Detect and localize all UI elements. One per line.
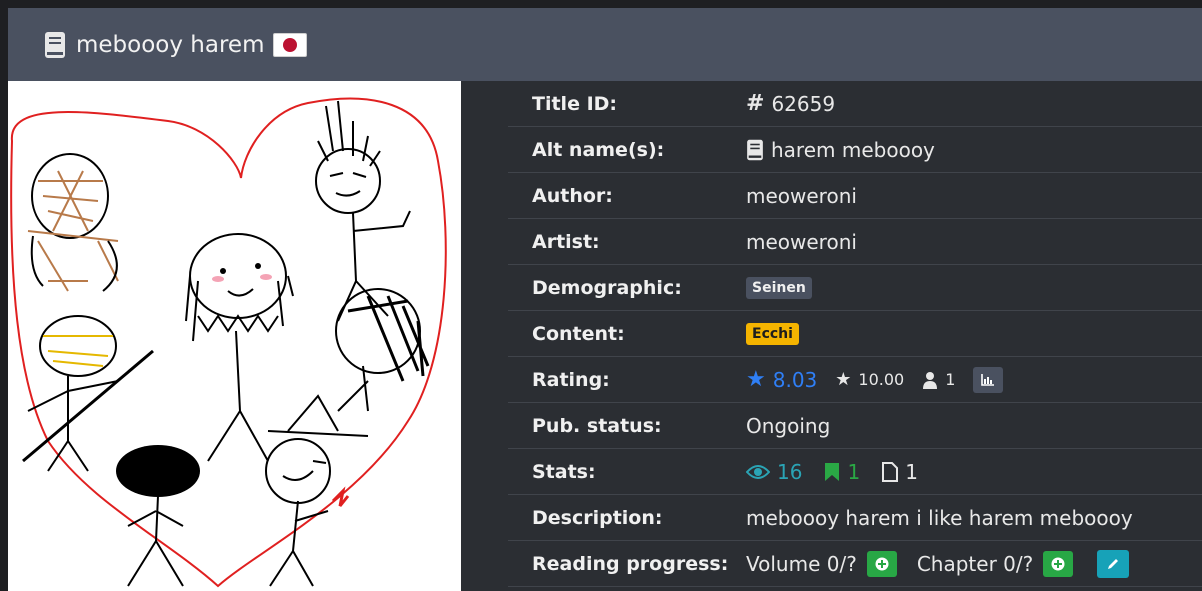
stats-label: Stats: <box>532 460 596 483</box>
demographic-label: Demographic: <box>532 276 682 299</box>
chapter-progress: Chapter 0/? <box>916 551 1034 576</box>
alt-names-label: Alt name(s): <box>532 138 665 161</box>
plus-circle-icon <box>875 557 889 570</box>
demographic-badge[interactable]: Seinen <box>746 276 812 299</box>
description-value: meboooy harem i like harem meboooy <box>746 505 1133 530</box>
title-id-label: Title ID: <box>532 92 618 115</box>
hash-icon: # <box>746 91 765 116</box>
content-label: Content: <box>532 322 625 345</box>
alt-names-value: harem meboooy <box>771 137 935 162</box>
volume-progress: Volume 0/? <box>746 551 857 576</box>
row-content: Content: Ecchi <box>508 311 1202 357</box>
row-alt-names: Alt name(s): harem meboooy <box>508 127 1202 173</box>
bookmark-icon <box>825 462 840 481</box>
manga-card: meboooy harem Title ID: # 62659 Alt name… <box>8 8 1202 591</box>
pub-status-label: Pub. status: <box>532 414 662 437</box>
page-title: meboooy harem <box>76 31 265 58</box>
row-reading-progress: Reading progress: Volume 0/? Chapter 0/? <box>508 541 1202 587</box>
edit-progress-button[interactable] <box>1097 549 1130 578</box>
reading-progress-label: Reading progress: <box>532 552 729 575</box>
artist-label: Artist: <box>532 230 600 253</box>
star-outline-icon: ★ <box>835 369 852 390</box>
row-rating: Rating: ★ 8.03 ★ 10.00 1 <box>508 357 1202 403</box>
file-icon <box>882 461 899 482</box>
cover-drawing <box>10 97 447 588</box>
bar-chart-icon <box>981 373 995 386</box>
flag-jp-icon <box>273 32 308 57</box>
rating-label: Rating: <box>532 368 610 391</box>
pub-status-value: Ongoing <box>746 413 831 438</box>
row-description: Description: meboooy harem i like harem … <box>508 495 1202 541</box>
rating-users: 1 <box>945 370 956 389</box>
row-author: Author: meoweroni <box>508 173 1202 219</box>
plus-circle-icon <box>1051 557 1065 570</box>
stats-comments: 1 <box>905 459 918 484</box>
book-icon <box>747 139 763 160</box>
row-pub-status: Pub. status: Ongoing <box>508 403 1202 449</box>
artist-link[interactable]: meoweroni <box>746 230 857 254</box>
volume-increment-button[interactable] <box>866 550 897 577</box>
title-id-value: 62659 <box>771 91 836 116</box>
card-header: meboooy harem <box>8 8 1202 81</box>
pencil-icon <box>1108 558 1119 569</box>
row-demographic: Demographic: Seinen <box>508 265 1202 311</box>
description-label: Description: <box>532 506 663 529</box>
row-artist: Artist: meoweroni <box>508 219 1202 265</box>
chapter-increment-button[interactable] <box>1043 550 1074 577</box>
book-icon <box>45 31 65 58</box>
info-table: Title ID: # 62659 Alt name(s): harem meb… <box>508 81 1202 587</box>
rating-chart-button[interactable] <box>973 366 1004 393</box>
author-link[interactable]: meoweroni <box>746 184 857 208</box>
rating-mean: 10.00 <box>858 370 905 389</box>
author-label: Author: <box>532 184 613 207</box>
eye-icon <box>746 464 770 479</box>
row-title-id: Title ID: # 62659 <box>508 81 1202 127</box>
cover-image[interactable] <box>8 81 461 591</box>
stats-follows: 1 <box>847 459 861 484</box>
row-stats: Stats: 16 1 1 <box>508 449 1202 495</box>
user-icon <box>923 371 938 389</box>
star-icon: ★ <box>746 367 766 392</box>
rating-bayesian: 8.03 <box>772 367 818 392</box>
stats-views: 16 <box>777 459 803 484</box>
content-badge[interactable]: Ecchi <box>746 322 799 345</box>
